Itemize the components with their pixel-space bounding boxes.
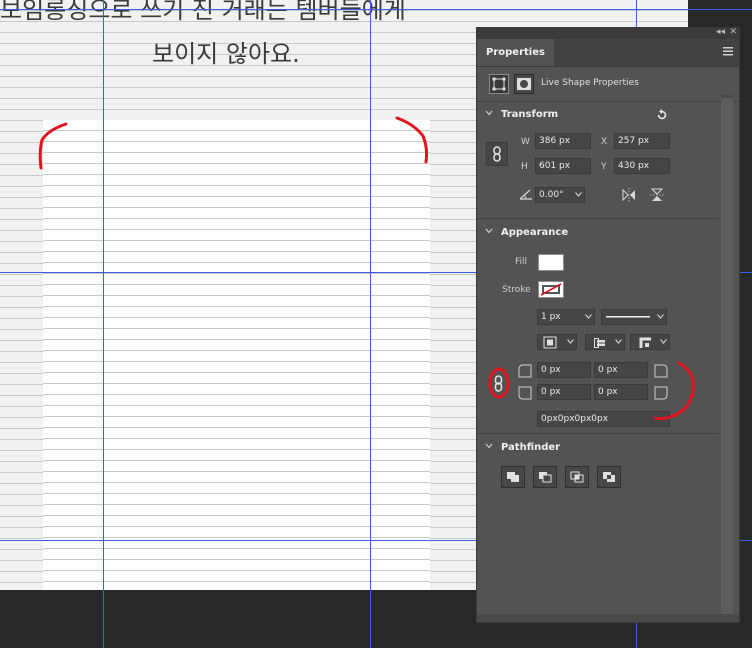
angle-icon — [519, 189, 532, 200]
exclude-shapes-icon — [603, 472, 615, 482]
properties-panel[interactable]: ◂◂ ✕ Properties Live Shape Properties Tr… — [476, 27, 740, 623]
shape-mask-button[interactable] — [514, 74, 534, 94]
close-panel-icon[interactable]: ✕ — [729, 27, 737, 37]
chevron-down-icon — [567, 339, 574, 344]
chevron-down-icon — [660, 339, 667, 344]
stroke-width-value: 1 px — [541, 312, 561, 322]
flip-horizontal-icon[interactable] — [620, 187, 638, 203]
pathfinder-title: Pathfinder — [501, 442, 561, 453]
mask-icon — [517, 78, 531, 90]
chain-link-icon — [493, 146, 501, 162]
stroke-align-icon — [543, 336, 557, 349]
stroke-corner-icon — [639, 337, 651, 348]
panel-scroll-thumb[interactable] — [721, 98, 733, 616]
chevron-down-icon — [485, 443, 493, 449]
angle-field[interactable]: 0.00° — [535, 187, 585, 203]
guide-vertical[interactable] — [370, 0, 371, 648]
y-label: Y — [601, 162, 607, 172]
stroke-cap-icon — [594, 338, 607, 348]
stroke-align-dropdown[interactable] — [537, 334, 577, 350]
selected-rectangle-shape[interactable] — [43, 120, 430, 590]
panel-menu-icon[interactable] — [723, 47, 733, 56]
stroke-label: Stroke — [502, 285, 531, 295]
corner-radius-combined-field[interactable]: 0px0px0px0px — [537, 411, 670, 427]
appearance-section-header[interactable]: Appearance — [477, 226, 721, 244]
angle-value: 0.00° — [539, 190, 564, 200]
x-label: X — [601, 137, 608, 147]
width-label: W — [521, 137, 530, 147]
corner-top-right-icon — [654, 364, 668, 378]
guide-horizontal[interactable] — [0, 9, 752, 10]
fill-label: Fill — [515, 257, 528, 267]
y-field[interactable]: 430 px — [614, 158, 670, 174]
live-shape-properties-label: Live Shape Properties — [541, 78, 639, 88]
corner-bottom-right-icon — [654, 386, 668, 400]
stroke-width-field[interactable]: 1 px — [537, 309, 595, 325]
pathfinder-exclude-button[interactable] — [597, 466, 621, 488]
shape-transform-icon — [492, 77, 506, 91]
pathfinder-subtract-button[interactable] — [533, 466, 557, 488]
pathfinder-intersect-button[interactable] — [565, 466, 589, 488]
document-text-line-2: 보이지 않아요. — [152, 40, 300, 68]
document-text-line-1: 보임롱싱으로 쓰기 진 거래는 템버들에게 — [0, 0, 406, 24]
chevron-down-icon — [615, 339, 622, 344]
solid-line-icon — [606, 316, 650, 318]
chevron-down-icon — [585, 314, 592, 319]
height-label: H — [521, 162, 528, 172]
link-corner-radius-button[interactable] — [490, 373, 507, 395]
corner-bottom-left-icon — [518, 386, 532, 400]
transform-section-header[interactable]: Transform — [477, 108, 721, 126]
corner-bottom-right-field[interactable]: 0 px — [594, 384, 648, 400]
chevron-down-icon — [485, 110, 493, 116]
stroke-type-dropdown[interactable] — [601, 309, 667, 325]
collapse-panel-icon[interactable]: ◂◂ — [716, 27, 725, 37]
pathfinder-section-header[interactable]: Pathfinder — [477, 441, 721, 459]
width-field[interactable]: 386 px — [535, 133, 591, 149]
tab-properties[interactable]: Properties — [477, 39, 554, 66]
section-divider — [477, 433, 719, 434]
stroke-corner-dropdown[interactable] — [630, 334, 670, 350]
unite-shapes-icon — [507, 472, 519, 482]
corner-top-left-field[interactable]: 0 px — [537, 362, 591, 378]
flip-vertical-icon[interactable] — [649, 186, 665, 204]
chevron-down-icon — [657, 314, 664, 319]
shape-transform-button[interactable] — [489, 74, 509, 94]
panel-tab-row: Properties — [477, 39, 739, 67]
stroke-swatch[interactable] — [538, 281, 564, 298]
transform-title: Transform — [501, 109, 559, 120]
panel-title-bar[interactable]: ◂◂ ✕ — [477, 27, 739, 39]
chevron-down-icon — [575, 192, 582, 197]
guide-vertical[interactable] — [103, 0, 104, 648]
fill-swatch[interactable] — [538, 254, 564, 271]
corner-top-left-icon — [518, 364, 532, 378]
reset-transform-icon[interactable] — [655, 108, 669, 122]
chain-link-icon — [494, 375, 503, 392]
panel-resize-grip[interactable] — [477, 614, 739, 622]
appearance-title: Appearance — [501, 227, 569, 238]
section-divider — [477, 218, 719, 219]
pathfinder-unite-button[interactable] — [501, 466, 525, 488]
intersect-shapes-icon — [570, 471, 584, 483]
stroke-cap-dropdown[interactable] — [585, 334, 625, 350]
subtract-shapes-icon — [539, 472, 552, 483]
no-stroke-icon — [540, 283, 562, 296]
link-dimensions-button[interactable] — [486, 142, 508, 166]
x-field[interactable]: 257 px — [614, 133, 670, 149]
corner-top-right-field[interactable]: 0 px — [594, 362, 648, 378]
corner-bottom-left-field[interactable]: 0 px — [537, 384, 591, 400]
chevron-down-icon — [485, 228, 493, 234]
shape-kind-row: Live Shape Properties — [477, 67, 739, 102]
height-field[interactable]: 601 px — [535, 158, 591, 174]
